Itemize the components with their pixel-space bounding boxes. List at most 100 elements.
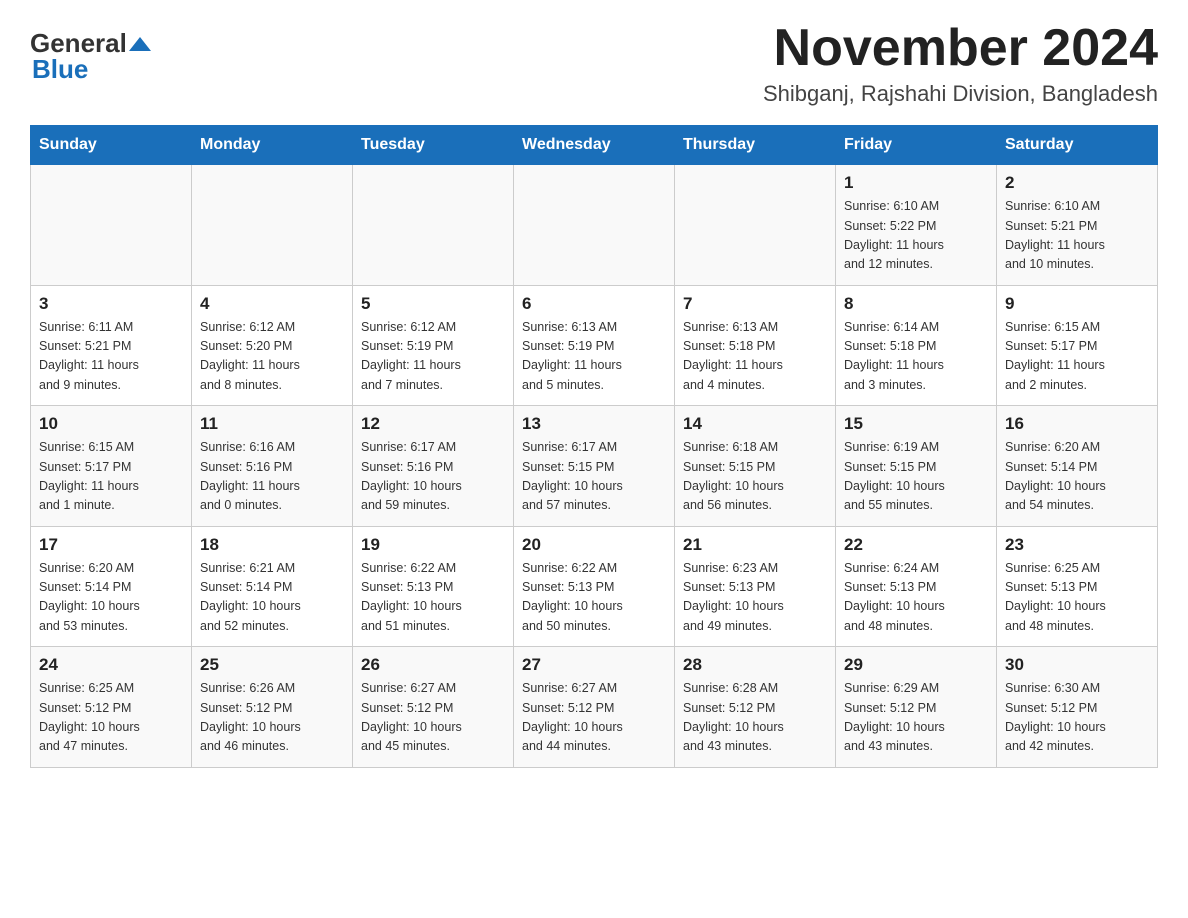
calendar-cell (192, 165, 353, 286)
calendar-cell: 30 Sunrise: 6:30 AMSunset: 5:12 PMDayligh… (997, 647, 1158, 768)
calendar-row-2: 10 Sunrise: 6:15 AMSunset: 5:17 PMDayligh… (31, 406, 1158, 527)
month-title: November 2024 (763, 20, 1158, 77)
day-info: Sunrise: 6:22 AMSunset: 5:13 PMDaylight:… (361, 559, 505, 637)
day-number: 26 (361, 655, 505, 675)
day-number: 23 (1005, 535, 1149, 555)
day-number: 17 (39, 535, 183, 555)
location-title: Shibganj, Rajshahi Division, Bangladesh (763, 81, 1158, 107)
day-info: Sunrise: 6:12 AMSunset: 5:19 PMDaylight:… (361, 318, 505, 396)
day-number: 28 (683, 655, 827, 675)
day-number: 20 (522, 535, 666, 555)
day-number: 3 (39, 294, 183, 314)
calendar-row-4: 24 Sunrise: 6:25 AMSunset: 5:12 PMDayligh… (31, 647, 1158, 768)
day-number: 4 (200, 294, 344, 314)
calendar-cell: 18 Sunrise: 6:21 AMSunset: 5:14 PMDayligh… (192, 526, 353, 647)
calendar-cell: 9 Sunrise: 6:15 AMSunset: 5:17 PMDaylight… (997, 285, 1158, 406)
day-number: 8 (844, 294, 988, 314)
calendar-cell: 1Sunrise: 6:10 AMSunset: 5:22 PMDaylight… (836, 165, 997, 286)
day-info: Sunrise: 6:27 AMSunset: 5:12 PMDaylight:… (522, 679, 666, 757)
logo-blue-text: Blue (32, 56, 88, 82)
title-section: November 2024 Shibganj, Rajshahi Divisio… (763, 20, 1158, 107)
weekday-header-sunday: Sunday (31, 126, 192, 165)
calendar-row-0: 1Sunrise: 6:10 AMSunset: 5:22 PMDaylight… (31, 165, 1158, 286)
day-number: 10 (39, 414, 183, 434)
day-number: 15 (844, 414, 988, 434)
calendar-row-3: 17Sunrise: 6:20 AMSunset: 5:14 PMDayligh… (31, 526, 1158, 647)
day-info: Sunrise: 6:16 AMSunset: 5:16 PMDaylight:… (200, 438, 344, 516)
calendar-cell: 20 Sunrise: 6:22 AMSunset: 5:13 PMDayligh… (514, 526, 675, 647)
day-info: Sunrise: 6:30 AMSunset: 5:12 PMDaylight:… (1005, 679, 1149, 757)
day-info: Sunrise: 6:19 AMSunset: 5:15 PMDaylight:… (844, 438, 988, 516)
day-info: Sunrise: 6:28 AMSunset: 5:12 PMDaylight:… (683, 679, 827, 757)
day-info: Sunrise: 6:23 AMSunset: 5:13 PMDaylight:… (683, 559, 827, 637)
logo-general-text: General (30, 30, 127, 56)
calendar-cell: 21 Sunrise: 6:23 AMSunset: 5:13 PMDayligh… (675, 526, 836, 647)
day-info: Sunrise: 6:12 AMSunset: 5:20 PMDaylight:… (200, 318, 344, 396)
day-number: 21 (683, 535, 827, 555)
day-info: Sunrise: 6:20 AMSunset: 5:14 PMDaylight:… (1005, 438, 1149, 516)
logo-triangle-icon (129, 33, 151, 55)
day-number: 30 (1005, 655, 1149, 675)
day-number: 6 (522, 294, 666, 314)
calendar-cell: 19 Sunrise: 6:22 AMSunset: 5:13 PMDayligh… (353, 526, 514, 647)
day-info: Sunrise: 6:14 AMSunset: 5:18 PMDaylight:… (844, 318, 988, 396)
calendar-cell: 2 Sunrise: 6:10 AMSunset: 5:21 PMDaylight… (997, 165, 1158, 286)
day-number: 22 (844, 535, 988, 555)
calendar-cell: 24 Sunrise: 6:25 AMSunset: 5:12 PMDayligh… (31, 647, 192, 768)
day-number: 14 (683, 414, 827, 434)
calendar-cell: 25 Sunrise: 6:26 AMSunset: 5:12 PMDayligh… (192, 647, 353, 768)
calendar-cell: 4 Sunrise: 6:12 AMSunset: 5:20 PMDaylight… (192, 285, 353, 406)
calendar-cell (31, 165, 192, 286)
day-info: Sunrise: 6:11 AMSunset: 5:21 PMDaylight:… (39, 318, 183, 396)
day-info: Sunrise: 6:17 AMSunset: 5:16 PMDaylight:… (361, 438, 505, 516)
day-number: 11 (200, 414, 344, 434)
calendar-cell: 22Sunrise: 6:24 AMSunset: 5:13 PMDayligh… (836, 526, 997, 647)
day-number: 19 (361, 535, 505, 555)
day-info: Sunrise: 6:21 AMSunset: 5:14 PMDaylight:… (200, 559, 344, 637)
day-info: Sunrise: 6:29 AMSunset: 5:12 PMDaylight:… (844, 679, 988, 757)
day-number: 13 (522, 414, 666, 434)
day-number: 25 (200, 655, 344, 675)
day-info: Sunrise: 6:13 AMSunset: 5:19 PMDaylight:… (522, 318, 666, 396)
page-header: General Blue November 2024 Shibganj, Raj… (30, 20, 1158, 107)
day-info: Sunrise: 6:13 AMSunset: 5:18 PMDaylight:… (683, 318, 827, 396)
day-info: Sunrise: 6:27 AMSunset: 5:12 PMDaylight:… (361, 679, 505, 757)
calendar-cell: 5 Sunrise: 6:12 AMSunset: 5:19 PMDaylight… (353, 285, 514, 406)
calendar-cell (675, 165, 836, 286)
day-info: Sunrise: 6:25 AMSunset: 5:13 PMDaylight:… (1005, 559, 1149, 637)
calendar-cell: 6 Sunrise: 6:13 AMSunset: 5:19 PMDaylight… (514, 285, 675, 406)
day-info: Sunrise: 6:10 AMSunset: 5:21 PMDaylight:… (1005, 197, 1149, 275)
day-number: 24 (39, 655, 183, 675)
weekday-header-thursday: Thursday (675, 126, 836, 165)
day-number: 12 (361, 414, 505, 434)
weekday-header-wednesday: Wednesday (514, 126, 675, 165)
day-info: Sunrise: 6:15 AMSunset: 5:17 PMDaylight:… (1005, 318, 1149, 396)
calendar-cell: 17Sunrise: 6:20 AMSunset: 5:14 PMDayligh… (31, 526, 192, 647)
day-info: Sunrise: 6:15 AMSunset: 5:17 PMDaylight:… (39, 438, 183, 516)
calendar-cell: 16Sunrise: 6:20 AMSunset: 5:14 PMDayligh… (997, 406, 1158, 527)
calendar-cell: 10 Sunrise: 6:15 AMSunset: 5:17 PMDayligh… (31, 406, 192, 527)
day-info: Sunrise: 6:22 AMSunset: 5:13 PMDaylight:… (522, 559, 666, 637)
weekday-header-monday: Monday (192, 126, 353, 165)
weekday-header-row: SundayMondayTuesdayWednesdayThursdayFrid… (31, 126, 1158, 165)
day-number: 27 (522, 655, 666, 675)
day-number: 2 (1005, 173, 1149, 193)
logo: General Blue (30, 30, 151, 82)
calendar-cell: 23 Sunrise: 6:25 AMSunset: 5:13 PMDayligh… (997, 526, 1158, 647)
day-info: Sunrise: 6:17 AMSunset: 5:15 PMDaylight:… (522, 438, 666, 516)
day-number: 18 (200, 535, 344, 555)
day-number: 1 (844, 173, 988, 193)
calendar-cell: 8 Sunrise: 6:14 AMSunset: 5:18 PMDaylight… (836, 285, 997, 406)
calendar-cell: 11 Sunrise: 6:16 AMSunset: 5:16 PMDayligh… (192, 406, 353, 527)
day-number: 9 (1005, 294, 1149, 314)
day-info: Sunrise: 6:26 AMSunset: 5:12 PMDaylight:… (200, 679, 344, 757)
calendar-cell: 14 Sunrise: 6:18 AMSunset: 5:15 PMDayligh… (675, 406, 836, 527)
calendar-row-1: 3 Sunrise: 6:11 AMSunset: 5:21 PMDaylight… (31, 285, 1158, 406)
calendar-cell: 3 Sunrise: 6:11 AMSunset: 5:21 PMDaylight… (31, 285, 192, 406)
day-info: Sunrise: 6:18 AMSunset: 5:15 PMDaylight:… (683, 438, 827, 516)
day-info: Sunrise: 6:25 AMSunset: 5:12 PMDaylight:… (39, 679, 183, 757)
day-number: 5 (361, 294, 505, 314)
weekday-header-tuesday: Tuesday (353, 126, 514, 165)
calendar-table: SundayMondayTuesdayWednesdayThursdayFrid… (30, 125, 1158, 768)
calendar-cell: 12 Sunrise: 6:17 AMSunset: 5:16 PMDayligh… (353, 406, 514, 527)
